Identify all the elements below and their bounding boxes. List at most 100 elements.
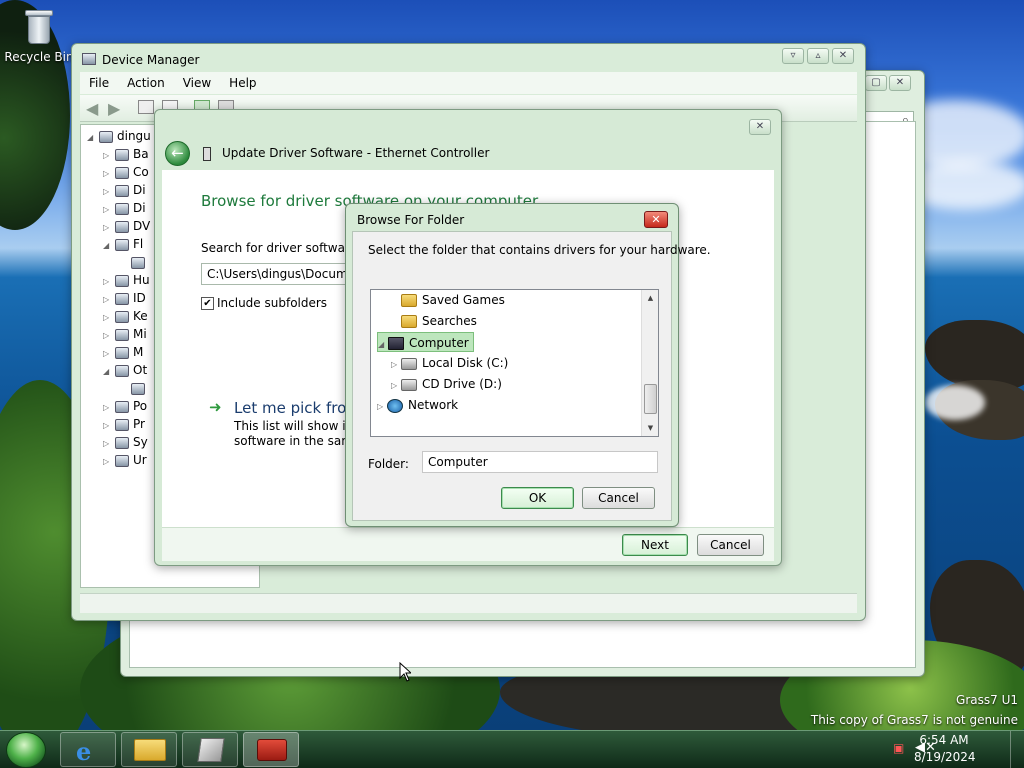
browse-for-folder-dialog[interactable]: Browse For Folder ✕ Select the folder th… xyxy=(345,203,711,527)
device-tree-item[interactable] xyxy=(119,379,149,397)
device-tree-item[interactable]: ▷ Di xyxy=(103,181,146,199)
menu-help[interactable]: Help xyxy=(220,72,265,90)
cd-drive-icon xyxy=(401,378,417,391)
collapse-arrow-icon[interactable]: ◢ xyxy=(103,363,115,381)
device-category-icon xyxy=(115,454,129,467)
network-error-icon[interactable]: ▣ xyxy=(893,741,904,755)
expand-arrow-icon[interactable]: ▷ xyxy=(377,397,387,417)
pick-driver-link[interactable]: Let me pick from xyxy=(234,399,361,417)
device-tree-item[interactable]: ▷ Di xyxy=(103,199,146,217)
device-category-icon xyxy=(115,346,129,359)
device-tree-item[interactable]: ▷ Ke xyxy=(103,307,148,325)
device-tree-label: Fl xyxy=(133,237,144,251)
maximize-button[interactable]: ▢ xyxy=(865,75,887,91)
menu-action[interactable]: Action xyxy=(118,72,174,90)
network-icon xyxy=(387,398,403,413)
wizard-footer: Next Cancel xyxy=(162,527,774,561)
collapse-arrow-icon[interactable]: ◢ xyxy=(87,129,99,147)
folder-name-input[interactable]: Computer xyxy=(422,451,658,473)
properties-icon[interactable] xyxy=(138,100,154,114)
device-tree-item[interactable]: ▷ M xyxy=(103,343,143,361)
device-tree-item[interactable]: ▷ DV xyxy=(103,217,150,235)
device-tree-label: Hu xyxy=(133,273,150,287)
scroll-down-icon[interactable]: ▼ xyxy=(642,420,658,436)
folder-icon xyxy=(401,294,417,307)
device-tree-item[interactable]: ▷ Pr xyxy=(103,415,145,433)
taskbar-file-explorer[interactable] xyxy=(121,732,177,767)
device-tree-item[interactable]: ▷ Ba xyxy=(103,145,149,163)
menu-file[interactable]: File xyxy=(80,72,118,90)
search-path-input[interactable]: C:\Users\dingus\Documen xyxy=(201,263,361,285)
folder-tree-item[interactable]: Searches xyxy=(391,311,477,331)
folder-tree-item[interactable]: ◢ Computer xyxy=(377,332,474,352)
scrollbar-thumb[interactable] xyxy=(644,384,657,414)
folder-tree-item[interactable]: ▷ Local Disk (C:) xyxy=(391,353,508,373)
device-tree-label: Co xyxy=(133,165,149,179)
device-tree-item[interactable]: ▷ Hu xyxy=(103,271,150,289)
next-button[interactable]: Next xyxy=(622,534,688,556)
device-category-icon xyxy=(115,418,129,431)
close-button[interactable]: ✕ xyxy=(889,75,911,91)
expand-arrow-icon[interactable]: ▷ xyxy=(391,355,401,375)
dialog-title: Browse For Folder xyxy=(357,213,465,227)
computer-icon xyxy=(388,337,404,350)
device-tree-item[interactable]: ▷ Co xyxy=(103,163,149,181)
expand-arrow-icon[interactable]: ▷ xyxy=(103,453,115,471)
forward-arrow-icon[interactable]: ▶ xyxy=(108,99,120,118)
device-category-icon xyxy=(99,130,113,143)
folder-tree-item[interactable]: ▷ CD Drive (D:) xyxy=(391,374,502,394)
dialog-body: Select the folder that contains drivers … xyxy=(352,231,711,521)
close-button[interactable]: ✕ xyxy=(644,211,668,228)
scroll-up-icon[interactable]: ▲ xyxy=(642,290,658,306)
folder-tree-item[interactable]: ▷ Network xyxy=(377,395,458,415)
device-tree-label: Pr xyxy=(133,417,145,431)
device-tree-item[interactable] xyxy=(119,253,149,271)
vertical-scrollbar[interactable]: ▲ ▼ xyxy=(641,290,658,436)
maximize-button[interactable]: ▵ xyxy=(807,48,829,64)
device-tree-item[interactable]: ◢ Ot xyxy=(103,361,147,379)
minimize-button[interactable]: ▿ xyxy=(782,48,804,64)
collapse-arrow-icon[interactable]: ◢ xyxy=(103,237,115,255)
show-desktop-button[interactable] xyxy=(1010,731,1024,768)
cancel-button[interactable]: Cancel xyxy=(582,487,655,509)
collapse-arrow-icon[interactable]: ◢ xyxy=(378,335,388,355)
taskbar-setup[interactable] xyxy=(182,732,238,767)
taskbar-internet-explorer[interactable]: e xyxy=(60,732,116,767)
device-tree-item[interactable]: ◢ Fl xyxy=(103,235,143,253)
pick-driver-desc-2: software in the same xyxy=(234,434,361,448)
back-arrow-icon[interactable]: ◀ xyxy=(86,99,98,118)
device-tree-item[interactable]: ▷ Sy xyxy=(103,433,148,451)
folder-tree-label: Local Disk (C:) xyxy=(422,356,509,370)
device-tree-item[interactable]: ▷ Mi xyxy=(103,325,147,343)
folder-icon xyxy=(401,315,417,328)
device-tree-label: Ba xyxy=(133,147,149,161)
include-subfolders-checkbox[interactable]: ✔ xyxy=(201,297,214,310)
green-arrow-icon: ➜ xyxy=(209,398,222,416)
device-category-icon xyxy=(115,292,129,305)
device-tree-item[interactable]: ▷ Po xyxy=(103,397,147,415)
folder-tree-label: Searches xyxy=(422,314,477,328)
menu-bar: File Action View Help xyxy=(80,72,857,94)
device-tree-item[interactable]: ◢ dingu xyxy=(87,127,151,145)
ok-button[interactable]: OK xyxy=(501,487,574,509)
cancel-button[interactable]: Cancel xyxy=(697,534,764,556)
folder-tree-item[interactable]: Saved Games xyxy=(391,290,505,310)
watermark-genuine-notice: This copy of Grass7 is not genuine xyxy=(810,713,1018,727)
close-button[interactable]: ✕ xyxy=(832,48,854,64)
recycle-bin-desktop-icon[interactable]: Recycle Bin xyxy=(3,2,75,64)
close-button[interactable]: ✕ xyxy=(749,119,771,135)
taskbar-device-manager[interactable] xyxy=(243,732,299,767)
start-button[interactable] xyxy=(6,732,46,768)
genuine-watermark: Grass7 U1 This copy of Grass7 is not gen… xyxy=(811,690,1018,730)
clock[interactable]: 6:54 AM 8/19/2024 xyxy=(914,732,976,766)
folder-tree[interactable]: ▷ Network ▷ CD Drive (D:) ▷ Local Disk (C:) ◢ C… xyxy=(370,289,659,437)
mouse-cursor-icon xyxy=(399,662,411,682)
folder-tree-label: Computer xyxy=(409,336,469,350)
expand-arrow-icon[interactable]: ▷ xyxy=(391,376,401,396)
menu-view[interactable]: View xyxy=(174,72,220,90)
device-manager-toolbox-icon xyxy=(257,739,287,761)
device-tree-label: Di xyxy=(133,201,146,215)
back-button[interactable]: ← xyxy=(165,141,190,166)
device-tree-item[interactable]: ▷ ID xyxy=(103,289,146,307)
device-tree-item[interactable]: ▷ Ur xyxy=(103,451,147,469)
